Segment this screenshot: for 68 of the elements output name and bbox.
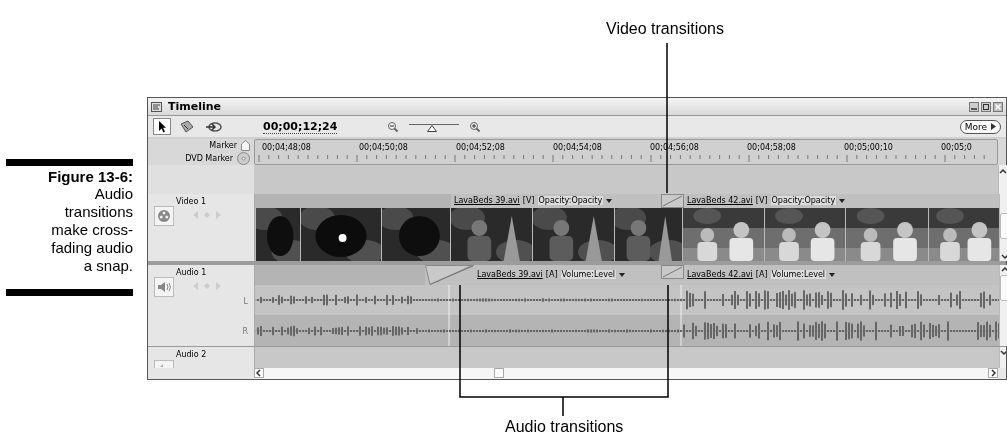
track-select-icon[interactable] (205, 120, 223, 133)
clip-tag: [V] (755, 196, 768, 206)
scroll-down-icon[interactable] (1001, 252, 1007, 261)
clip-tag: [A] (545, 270, 558, 280)
scroll-right-icon[interactable] (988, 368, 998, 379)
dropdown-icon[interactable] (606, 198, 613, 203)
dropdown-icon[interactable] (829, 272, 836, 277)
maximize-icon[interactable] (981, 101, 991, 112)
clip-header[interactable] (255, 264, 425, 285)
clip-header[interactable]: LavaBeds 42.avi [V] Opacity:Opacity (684, 193, 999, 208)
clip-header[interactable]: LavaBeds 39.avi [V] Opacity:Opacity (451, 193, 661, 208)
film-reel-icon[interactable] (154, 205, 174, 226)
transition-marker[interactable] (661, 193, 684, 208)
razor-tool-icon[interactable] (179, 119, 195, 134)
ruler-time: 00;04;54;08 (553, 142, 603, 152)
zoom-out-icon[interactable] (387, 120, 400, 133)
marker-icon[interactable] (241, 140, 250, 152)
dvd-marker-label: DVD Marker (185, 154, 233, 164)
dropdown-icon[interactable] (619, 272, 626, 277)
effect-menu[interactable]: Opacity:Opacity (770, 196, 837, 206)
scroll-down-icon[interactable] (1000, 348, 1006, 357)
selection-tool-icon[interactable] (153, 118, 171, 136)
timecode[interactable]: 00;00;12;24 (263, 119, 338, 134)
scroll-left-icon[interactable] (254, 368, 264, 379)
ruler-time: 00;04;48;08 (262, 142, 312, 152)
track-name: Video 1 (176, 196, 207, 206)
scroll-thumb[interactable] (494, 368, 504, 379)
callout-label: Video transitions (606, 20, 724, 38)
scroll-thumb[interactable] (1000, 212, 1007, 239)
clip-file-name: LavaBeds 42.avi (687, 196, 753, 206)
ruler-time: 00;04;58;08 (747, 142, 797, 152)
channel-label: R (242, 326, 248, 336)
ruler-time: 00;05;0 (941, 142, 972, 152)
timeline-icon (151, 101, 162, 112)
more-button[interactable]: More (959, 119, 1001, 134)
effect-menu[interactable]: Volume:Level (560, 270, 617, 280)
clip-file-name: LavaBeds 42.avi (687, 270, 753, 280)
clip-tag: [V] (522, 196, 535, 206)
channel-label: L (243, 296, 248, 306)
transition-marker[interactable] (661, 264, 684, 279)
dropdown-icon[interactable] (839, 198, 846, 203)
clip-header[interactable]: LavaBeds 39.avi [A] Volume:Level (474, 264, 661, 285)
track-name: Audio 1 (176, 267, 207, 277)
ruler-time: 00;04;50;08 (359, 142, 409, 152)
clip-tag: [A] (755, 270, 768, 280)
scroll-thumb[interactable] (1000, 274, 1007, 301)
ruler-time: 00;04;52;08 (456, 142, 506, 152)
figure-label: Figure 13-6: (47, 168, 133, 185)
speaker-icon[interactable] (154, 276, 174, 297)
clip-file-name: LavaBeds 39.avi (454, 196, 520, 206)
zoom-in-icon[interactable] (469, 120, 482, 133)
play-icon (990, 123, 996, 131)
effect-menu[interactable]: Volume:Level (770, 270, 827, 280)
scroll-up-icon[interactable] (1001, 264, 1007, 273)
effect-menu[interactable]: Opacity:Opacity (537, 196, 604, 206)
ruler-time: 00;05;00;10 (844, 142, 894, 152)
scroll-up-icon[interactable] (999, 167, 1007, 176)
close-icon[interactable] (993, 101, 1003, 112)
window-title: Timeline (168, 100, 222, 114)
clip-file-name: LavaBeds 39.avi (477, 270, 543, 280)
marker-label: Marker (209, 141, 237, 151)
transition-marker[interactable] (425, 264, 474, 285)
figure-caption: Audio transitions make cross-fading audio a snap. (50, 185, 133, 275)
callout-label: Audio transitions (505, 418, 624, 436)
slider-thumb[interactable] (426, 124, 437, 132)
minimize-icon[interactable] (969, 101, 979, 112)
clip-header[interactable]: LavaBeds 42.avi [A] Volume:Level (684, 264, 999, 285)
track-name: Audio 2 (176, 349, 207, 359)
